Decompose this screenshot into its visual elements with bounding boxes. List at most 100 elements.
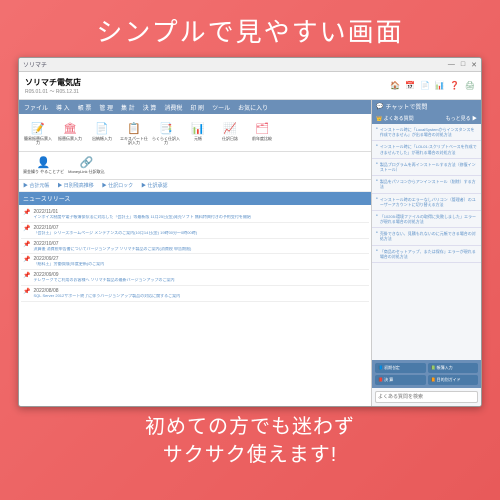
faq-item[interactable]: インストール時のエラーなしバリコン（管理者）のユーザーアカウントに切り替える方法 — [372, 194, 481, 211]
ribbon-label: 前年度比較 — [252, 137, 272, 141]
home-icon[interactable]: 🏠 — [390, 81, 400, 90]
store-name: ソリマチ電気店 — [25, 77, 81, 88]
menu-item[interactable]: 決 算 — [140, 102, 160, 113]
print-icon[interactable]: 🖨 — [465, 81, 475, 90]
app-window: ソリマチ — □ ✕ ソリマチ電気店 R05.01.01 ～ R05.12.31… — [18, 57, 482, 407]
news-item[interactable]: 📌2022/08/08SQL Server 2012サポート終了に伴うバージョン… — [21, 286, 369, 302]
news-list: 📌2022/11/01インボイス制度や電子帳簿保存法に対応した「会計王」等最新版… — [19, 205, 371, 406]
ribbon-label: 出納帳入力 — [92, 137, 112, 141]
chat-header[interactable]: 💬 チャットで質問 — [372, 100, 481, 113]
menu-item[interactable]: 導 入 — [53, 102, 73, 113]
doc-icon[interactable]: 📄 — [420, 81, 430, 90]
ribbon: 📝簡易振替伝票入力🏛振替伝票入力📄出納帳入力📋エキスパート仕訳入力📑らくらく仕訳… — [19, 114, 371, 152]
faq-item[interactable]: 「10205:環境ファイルの取得に失敗しました」エラーが現れる場合の対処方法 — [372, 211, 481, 228]
news-item[interactable]: 📌2022/09/27「給料王」労働保険(年度更新)のご案内 — [21, 254, 369, 270]
row2-icon: 🔗 — [80, 156, 94, 169]
faq-item[interactable]: 売掛できない、見積もれないのに元帳できる場合の対処方法 — [372, 228, 481, 245]
search-box — [372, 388, 481, 406]
help-icon[interactable]: ❓ — [450, 81, 460, 90]
news-item[interactable]: 📌2022/09/09テレワークでご利用のお客様へ ソリマチ製品の最新バージョン… — [21, 270, 369, 286]
ribbon-item[interactable]: 🗂前年度比較 — [247, 120, 277, 145]
ribbon-item[interactable]: 📈仕訳日誌 — [215, 120, 245, 145]
ribbon-icon: 📈 — [222, 120, 238, 136]
faq-more-link[interactable]: もっと見る ▶ — [446, 115, 477, 122]
ribbon-item[interactable]: 📝簡易振替伝票入力 — [23, 120, 53, 145]
pin-icon: 📌 — [23, 241, 30, 252]
pin-icon: 📌 — [23, 288, 30, 299]
ribbon-item[interactable]: 📄出納帳入力 — [87, 120, 117, 145]
maximize-icon[interactable]: □ — [461, 61, 465, 69]
menu-item[interactable]: 管 理 — [96, 102, 116, 113]
ribbon-label: 振替伝票入力 — [58, 137, 82, 141]
quick-link[interactable]: ▶ 仕訳ロック — [102, 182, 133, 189]
titlebar-title: ソリマチ — [23, 60, 47, 69]
faq-item[interactable]: 製品プログラムを再インストールする方法（修復インストール） — [372, 159, 481, 176]
ribbon-icon: 📋 — [126, 120, 142, 136]
ribbon-icon: 📄 — [94, 120, 110, 136]
faq-item[interactable]: 製品をパソコンからアンインストール（削除）する方法 — [372, 176, 481, 193]
ribbon-icon: 📝 — [30, 120, 46, 136]
ribbon-label: 簡易振替伝票入力 — [23, 137, 53, 145]
menu-item[interactable]: 集 計 — [118, 102, 138, 113]
sidebar-button[interactable]: 📕 決 算 — [375, 375, 426, 385]
main-panel: ファイル導 入帳 票管 理集 計決 算消費税印 刷ツールお気に入り 📝簡易振替伝… — [19, 100, 371, 406]
menu-item[interactable]: お気に入り — [235, 102, 271, 113]
search-input[interactable] — [375, 391, 478, 403]
faq-item[interactable]: 「商品のセットアップ、または保存」エラーが現れる場合の対処方法 — [372, 246, 481, 263]
ribbon-item[interactable]: 📑らくらく仕訳入力 — [151, 120, 181, 145]
row2-item[interactable]: 🔗MoneyLink 仕訳取込 — [68, 156, 104, 175]
quick-link[interactable]: ▶ 合計元帳 — [23, 182, 49, 189]
menu-item[interactable]: 帳 票 — [75, 102, 95, 113]
tagline: 初めての方でも迷わず サクサク使えます! — [145, 413, 355, 469]
ribbon-icon: 🏛 — [62, 120, 78, 136]
row2-label: MoneyLink 仕訳取込 — [68, 169, 104, 175]
quick-link[interactable]: ▶ 日別残高推移 — [57, 182, 93, 189]
news-item[interactable]: 📌2022/10/07「会計王」シリーズホームページ メンテナンスのご案内(10… — [21, 223, 369, 239]
row2-item[interactable]: 👤資金繰り やることナビ — [23, 156, 64, 175]
chart-icon[interactable]: 📊 — [435, 81, 445, 90]
quick-link[interactable]: ▶ 仕訳承認 — [141, 182, 167, 189]
ribbon-icon: 📑 — [158, 120, 174, 136]
ribbon-row2: 👤資金繰り やることナビ🔗MoneyLink 仕訳取込 — [19, 152, 371, 180]
faq-item[interactable]: インストール時に「LocalSystemからインスタンスを作成できません」が出る… — [372, 124, 481, 141]
ribbon-label: 仕訳日誌 — [222, 137, 238, 141]
sidebar-button[interactable]: 📗 帳簿入力 — [428, 363, 479, 373]
menu-item[interactable]: ツール — [209, 102, 233, 113]
ribbon-icon: 🗂 — [254, 120, 270, 136]
close-icon[interactable]: ✕ — [471, 61, 477, 69]
news-item[interactable]: 📌2022/10/07決算後 消費税申告書についてバージョンアップ ソリマチ製品… — [21, 239, 369, 255]
calendar-icon[interactable]: 📅 — [405, 81, 415, 90]
headline: シンプルで見やすい画面 — [96, 12, 403, 49]
news-item[interactable]: 📌2022/11/01インボイス制度や電子帳簿保存法に対応した「会計王」等最新版… — [21, 207, 369, 223]
toolbar-icons: 🏠 📅 📄 📊 ❓ 🖨 — [390, 81, 475, 90]
ribbon-item[interactable]: 🏛振替伝票入力 — [55, 120, 85, 145]
news-title: 決算後 消費税申告書についてバージョンアップ ソリマチ製品のご案内(消費税 申告… — [33, 247, 367, 252]
minimize-icon[interactable]: — — [448, 61, 455, 69]
faq-header: 👑 よくある質問 もっと見る ▶ — [372, 113, 481, 124]
ribbon-item[interactable]: 📋エキスパート仕訳入力 — [119, 120, 149, 145]
menu-item[interactable]: 印 刷 — [187, 102, 207, 113]
news-title: 「給料王」労働保険(年度更新)のご案内 — [33, 262, 367, 267]
news-title: 「会計王」シリーズホームページ メンテナンスのご案内(10月14日(金) 19時… — [33, 231, 367, 236]
titlebar: ソリマチ — □ ✕ — [19, 58, 481, 72]
menu-item[interactable]: ファイル — [21, 102, 51, 113]
pin-icon: 📌 — [23, 256, 30, 267]
ribbon-label: エキスパート仕訳入力 — [119, 137, 149, 145]
row2-label: 資金繰り やることナビ — [23, 169, 64, 175]
ribbon-label: らくらく仕訳入力 — [151, 137, 181, 145]
sidebar-button[interactable]: 📘 初期설定 — [375, 363, 426, 373]
pin-icon: 📌 — [23, 225, 30, 236]
faq-item[interactable]: インストール時に「LOL01:スクリプトベースを作成できませんでした」が現れる場… — [372, 141, 481, 158]
sidebar-buttons: 📘 初期설定📗 帳簿入力📕 決 算📙 目的別ガイド — [372, 360, 481, 388]
menubar: ファイル導 入帳 票管 理集 計決 算消費税印 刷ツールお気に入り — [19, 100, 371, 114]
store-period: R05.01.01 ～ R05.12.31 — [25, 88, 81, 95]
sidebar-button[interactable]: 📙 目的別ガイド — [428, 375, 479, 385]
menu-item[interactable]: 消費税 — [161, 102, 185, 113]
pin-icon: 📌 — [23, 272, 30, 283]
news-title: インボイス制度や電子帳簿保存法に対応した「会計王」等最新版 11月25日(金)発… — [33, 215, 367, 220]
app-header: ソリマチ電気店 R05.01.01 ～ R05.12.31 🏠 📅 📄 📊 ❓ … — [19, 72, 481, 100]
news-title: テレワークでご利用のお客様へ ソリマチ製品の最新バージョンアップのご案内 — [33, 278, 367, 283]
row2-icon: 👤 — [37, 156, 51, 169]
faq-list: インストール時に「LocalSystemからインスタンスを作成できません」が出る… — [372, 124, 481, 360]
ribbon-item[interactable]: 📊元帳 — [183, 120, 213, 145]
